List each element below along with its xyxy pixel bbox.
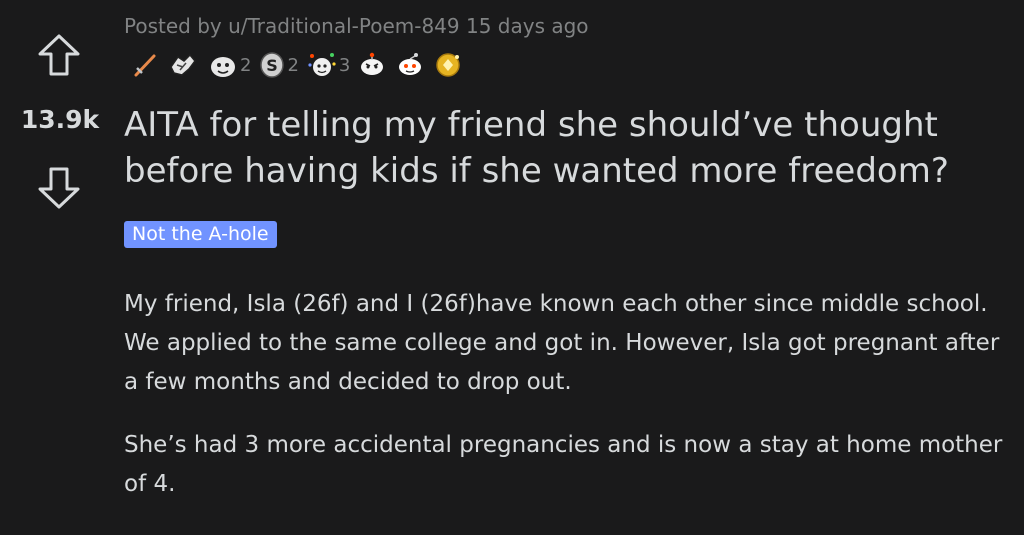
party-award-icon [308,53,336,76]
award[interactable] [132,52,164,78]
upvote-arrow-icon[interactable] [36,32,82,78]
snoo-angry-award-icon [361,52,384,75]
award[interactable]: 3 [307,50,354,80]
post-title[interactable]: AITA for telling my friend she should’ve… [124,102,1014,194]
award-count: 3 [338,54,351,76]
post-meta[interactable]: Posted by u/Traditional-Poem-849 15 days… [124,14,589,38]
award[interactable] [358,51,392,79]
body-paragraph: She’s had 3 more accidental pregnancies … [124,432,1003,497]
award[interactable] [168,51,204,79]
awards-row[interactable]: 2 S 2 3 [132,48,468,82]
award[interactable]: 2 [208,51,255,79]
post-flair[interactable]: Not the A-hole [124,221,277,248]
award[interactable] [434,51,468,79]
post-body: My friend, Isla (26f) and I (26f)have kn… [124,285,1004,528]
svg-text:S: S [267,56,279,75]
vote-column: 13.9k [0,0,118,535]
sword-award-icon [134,54,156,77]
vote-score: 13.9k [20,105,100,134]
award[interactable]: S 2 [259,51,302,79]
snoo-award-icon [399,53,422,75]
body-paragraph: My friend, Isla (26f) and I (26f)have kn… [124,291,1000,395]
award-count: 2 [287,54,299,76]
gold-award-icon [436,53,461,77]
post: 13.9k Posted by u/Traditional-Poem-849 1… [0,0,1024,535]
award-count: 2 [240,54,252,76]
award[interactable] [396,51,430,79]
coin-s-award-icon: S [260,52,285,78]
hands-award-icon [170,53,196,76]
downvote-arrow-icon[interactable] [36,165,82,211]
face-award-icon [211,57,235,77]
